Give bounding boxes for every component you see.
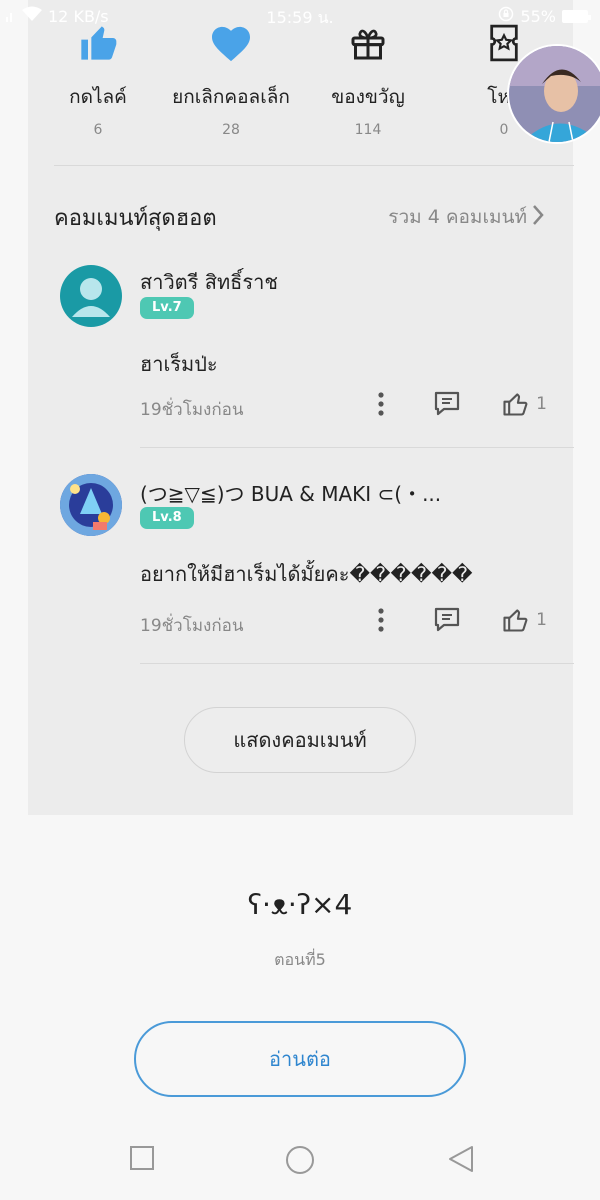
username[interactable]: (つ≧▽≦)つ BUA & MAKI ⊂(・... bbox=[140, 478, 441, 507]
comment-actions: 1 bbox=[376, 606, 547, 634]
clock: 15:59 น. bbox=[266, 8, 334, 27]
all-comments-link[interactable]: รวม 4 คอมเมนท์ bbox=[388, 202, 545, 232]
comment-text: อยากให้มีฮาเร็มได้มั้ยคะ������ bbox=[140, 562, 473, 586]
comment-time: 19ชั่วโมงก่อน bbox=[140, 616, 244, 636]
level-badge: Lv.8 bbox=[140, 507, 194, 529]
battery-icon bbox=[562, 9, 591, 23]
like-label: กดไลค์ bbox=[69, 86, 127, 108]
rotation-lock-icon bbox=[498, 6, 514, 26]
action-bar: กดไลค์ 6 ยกเลิกคอลเล็ก 28 ของขวัญ 114 โห… bbox=[28, 22, 573, 142]
divider bbox=[140, 447, 574, 448]
system-nav-bar bbox=[0, 1120, 600, 1200]
comment-text: ฮาเร็มป่ะ bbox=[140, 352, 218, 376]
recent-apps-button[interactable] bbox=[128, 1144, 156, 1176]
uncollect-button[interactable]: ยกเลิกคอลเล็ก 28 bbox=[161, 22, 301, 138]
gift-label: ของขวัญ bbox=[331, 86, 405, 108]
thumbs-up-icon[interactable] bbox=[500, 606, 530, 634]
next-episode-number: ตอนที่5 bbox=[274, 950, 326, 969]
show-comments-button[interactable]: แสดงคอมเมนท์ bbox=[184, 707, 416, 773]
gift-button[interactable]: ของขวัญ 114 bbox=[298, 22, 438, 138]
more-options-icon[interactable] bbox=[376, 391, 386, 417]
hot-comments-title: คอมเมนท์สุดฮอต bbox=[54, 206, 217, 231]
more-options-icon[interactable] bbox=[376, 607, 386, 633]
continue-reading-button[interactable]: อ่านต่อ bbox=[134, 1021, 466, 1097]
avatar[interactable] bbox=[60, 474, 122, 536]
thumbs-up-icon[interactable] bbox=[500, 390, 530, 418]
level-badge: Lv.7 bbox=[140, 297, 194, 319]
next-episode-title: ʕ·ᴥ·ʔ×4 bbox=[247, 888, 353, 921]
home-button[interactable] bbox=[284, 1144, 316, 1180]
floating-video-bubble[interactable] bbox=[507, 44, 600, 144]
divider bbox=[140, 663, 574, 664]
chapter-engagement-card: กดไลค์ 6 ยกเลิกคอลเล็ก 28 ของขวัญ 114 โห… bbox=[28, 0, 574, 815]
avatar[interactable] bbox=[60, 265, 122, 327]
reply-icon[interactable] bbox=[432, 606, 462, 634]
uncollect-label: ยกเลิกคอลเล็ก bbox=[172, 86, 290, 108]
collect-count: 28 bbox=[222, 122, 240, 138]
comment-actions: 1 bbox=[376, 390, 547, 418]
chevron-right-icon bbox=[531, 204, 545, 231]
status-bar: 12 KB/s 15:59 น. 55% bbox=[0, 0, 600, 32]
like-count: 1 bbox=[536, 394, 547, 414]
like-count: 1 bbox=[536, 610, 547, 630]
like-count: 6 bbox=[93, 122, 103, 138]
divider bbox=[54, 165, 574, 166]
back-button[interactable] bbox=[446, 1144, 476, 1178]
like-button[interactable]: กดไลค์ 6 bbox=[28, 22, 168, 138]
gift-count: 114 bbox=[354, 122, 382, 138]
battery-percent: 55% bbox=[520, 6, 556, 26]
reply-icon[interactable] bbox=[432, 390, 462, 418]
comment-time: 19ชั่วโมงก่อน bbox=[140, 400, 244, 420]
username[interactable]: สาวิตรี สิทธิ์ราช bbox=[140, 266, 278, 298]
comment-total: รวม 4 คอมเมนท์ bbox=[388, 206, 527, 228]
